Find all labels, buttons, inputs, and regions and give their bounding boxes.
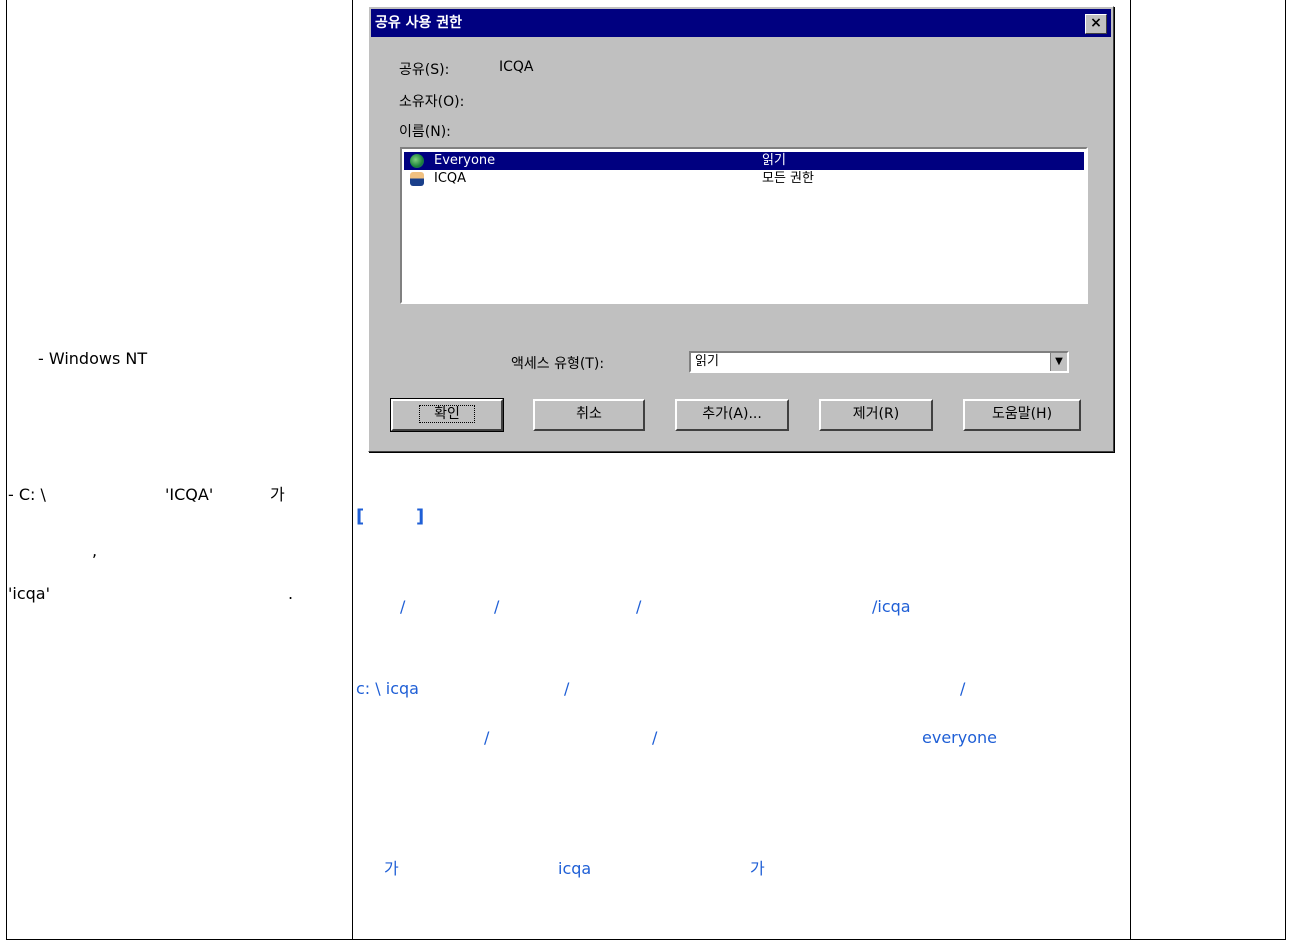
path-separator: / [400, 597, 406, 616]
owner-label: 소유자(O): [399, 94, 465, 110]
user-icon [410, 172, 424, 186]
korean-char-label: 가 [270, 485, 285, 504]
share-value: ICQA [499, 59, 534, 75]
windows-nt-label: - Windows NT [38, 349, 148, 368]
path-separator: / [652, 728, 658, 747]
path-label: - C: \ [8, 485, 46, 504]
remove-button[interactable]: 제거(R) [819, 399, 933, 431]
korean-char-text: 가 [384, 859, 399, 878]
entry-name: Everyone [434, 153, 496, 168]
globe-icon [410, 154, 424, 168]
permissions-list[interactable]: Everyone 읽기 ICQA 모든 권한 [400, 147, 1088, 304]
access-type-label: 액세스 유형(T): [511, 356, 605, 372]
path-separator: / [636, 597, 642, 616]
column-divider-left [352, 0, 353, 940]
access-type-select[interactable]: 읽기 ▼ [689, 351, 1069, 373]
korean-char-text: 가 [750, 859, 765, 878]
share-permissions-dialog: 공유 사용 권한 × 공유(S): ICQA 소유자(O): 이름(N): Ev… [368, 6, 1114, 452]
list-item-everyone[interactable]: Everyone 읽기 [404, 152, 1084, 170]
path-separator: / [494, 597, 500, 616]
ok-button[interactable]: 확인 [390, 398, 504, 432]
share-label: 공유(S): [399, 62, 450, 78]
name-label: 이름(N): [399, 124, 451, 140]
add-button[interactable]: 추가(A)... [675, 399, 789, 431]
folder-name-label: 'ICQA' [165, 485, 214, 504]
path-separator: / [960, 679, 966, 698]
folder-path-text: c: \ icqa [356, 679, 419, 698]
share-name-label: 'icqa' [8, 584, 50, 603]
entry-name: ICQA [434, 171, 467, 186]
access-type-value: 읽기 [695, 354, 719, 369]
list-item-icqa[interactable]: ICQA 모든 권한 [404, 170, 1084, 188]
dialog-title: 공유 사용 권한 [375, 15, 463, 31]
help-button[interactable]: 도움말(H) [963, 399, 1081, 431]
period-label: . [288, 584, 294, 603]
icqa-text: icqa [558, 859, 592, 878]
close-button[interactable]: × [1085, 14, 1107, 34]
cancel-button[interactable]: 취소 [533, 399, 645, 431]
chevron-down-icon[interactable]: ▼ [1050, 353, 1067, 371]
entry-permission: 모든 권한 [762, 171, 814, 186]
entry-permission: 읽기 [762, 153, 786, 168]
path-separator: / [564, 679, 570, 698]
everyone-text: everyone [922, 728, 997, 747]
path-separator: / [484, 728, 490, 747]
bracket-open: [ [356, 506, 365, 527]
bracket-close: ] [416, 506, 425, 527]
dialog-titlebar[interactable]: 공유 사용 권한 × [371, 9, 1111, 37]
share-path-text: /icqa [872, 597, 911, 616]
column-divider-right [1130, 0, 1131, 940]
ok-button-label: 확인 [419, 405, 475, 423]
comma-label: , [92, 541, 98, 560]
